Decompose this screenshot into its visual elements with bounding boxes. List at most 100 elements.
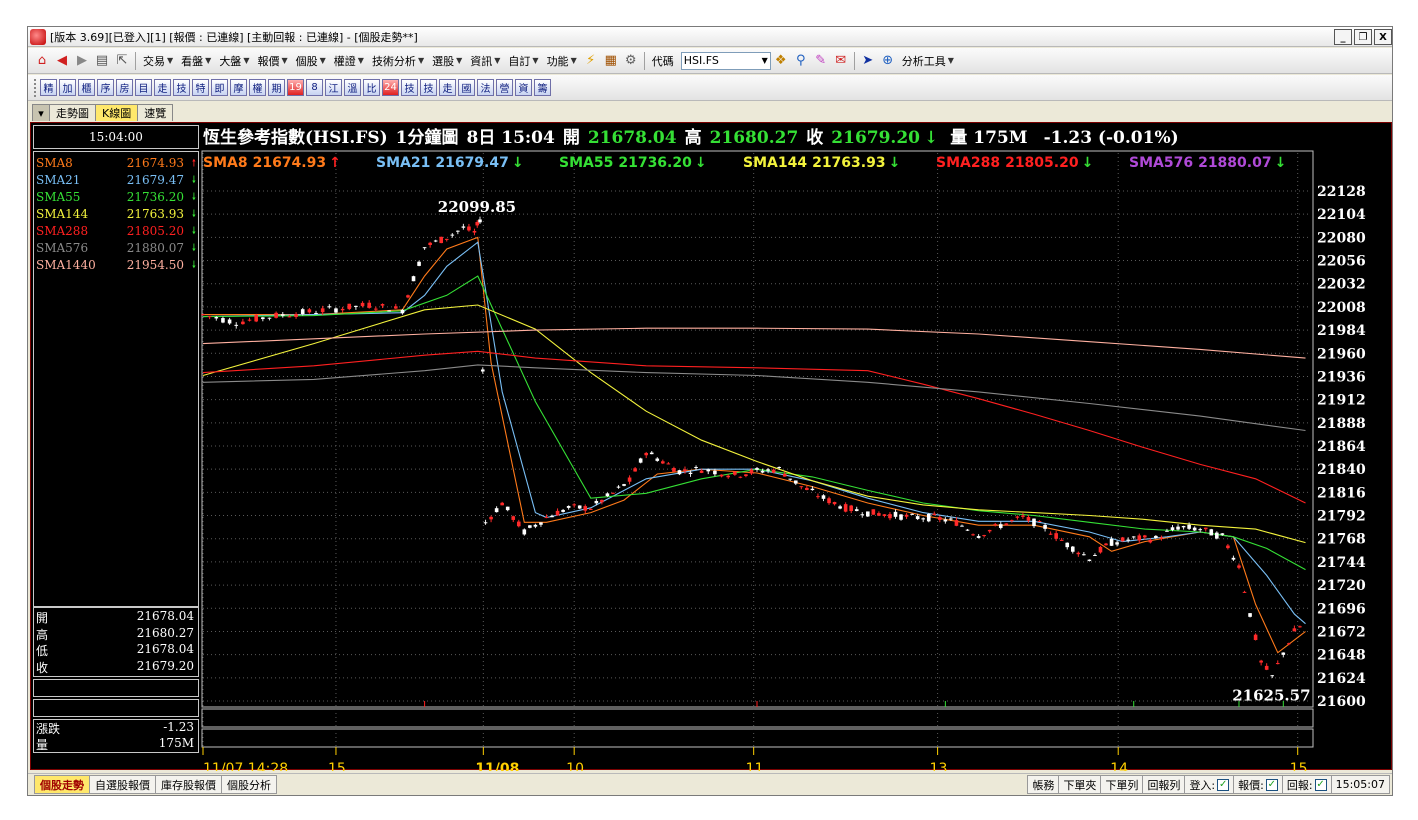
tab-kline[interactable]: K線圖 bbox=[95, 104, 139, 121]
candle-body bbox=[1154, 535, 1158, 539]
candle-body bbox=[926, 514, 931, 522]
tab-collapse-button[interactable]: ▾ bbox=[32, 104, 50, 121]
order-bar-button[interactable]: 下單列 bbox=[1100, 775, 1144, 794]
menu-info[interactable]: 資訊 ▼ bbox=[466, 51, 504, 71]
tab-stock-analysis[interactable]: 個股分析 bbox=[221, 775, 277, 794]
candle-body bbox=[505, 506, 510, 511]
tab-watchlist-quote[interactable]: 自選股報價 bbox=[89, 775, 156, 794]
settings-icon[interactable]: ⚙ bbox=[622, 52, 640, 70]
y-tick-label: 22032 bbox=[1317, 277, 1366, 293]
quick-button-7[interactable]: 技 bbox=[173, 79, 190, 96]
analyze-icon[interactable]: ❖ bbox=[772, 52, 790, 70]
sma-line-sma55 bbox=[202, 275, 1306, 571]
menu-warrant[interactable]: 權證 ▼ bbox=[330, 51, 368, 71]
quick-button-6[interactable]: 走 bbox=[154, 79, 171, 96]
candle-body bbox=[1170, 527, 1175, 530]
menu-technical[interactable]: 技術分析 ▼ bbox=[368, 51, 428, 71]
candle-body bbox=[649, 452, 654, 455]
quick-button-12[interactable]: 期 bbox=[268, 79, 285, 96]
report-bar-button[interactable]: 回報列 bbox=[1142, 775, 1186, 794]
minimize-button[interactable]: _ bbox=[1334, 29, 1352, 45]
menu-analysis-tools[interactable]: 分析工具 ▼ bbox=[898, 51, 958, 71]
quick-button-13[interactable]: 19 bbox=[287, 79, 304, 96]
candle-body bbox=[744, 474, 748, 477]
quick-button-8[interactable]: 特 bbox=[192, 79, 209, 96]
tab-stock-trend[interactable]: 個股走勢 bbox=[34, 775, 90, 794]
quick-button-25[interactable]: 資 bbox=[515, 79, 532, 96]
alert-icon[interactable]: ✉ bbox=[832, 52, 850, 70]
candle-body bbox=[793, 480, 798, 484]
quick-button-14[interactable]: 8 bbox=[306, 79, 323, 96]
quick-button-16[interactable]: 溫 bbox=[344, 79, 361, 96]
code-label: 代碼 bbox=[651, 54, 674, 68]
candle-body bbox=[393, 306, 398, 309]
tab-trend[interactable]: 走勢圖 bbox=[49, 104, 96, 121]
quick-button-1[interactable]: 加 bbox=[59, 79, 76, 96]
candle-body bbox=[422, 247, 427, 249]
y-tick-label: 21768 bbox=[1317, 532, 1366, 548]
menu-market[interactable]: 大盤 ▼ bbox=[215, 51, 253, 71]
code-select[interactable]: HSI.FS ▼ bbox=[680, 51, 771, 70]
title-bar[interactable]: [版本 3.69][已登入][1] [報價 : 已連線] [主動回報 : 已連線… bbox=[28, 27, 1392, 47]
back-arrow-icon[interactable]: ◀ bbox=[53, 52, 71, 70]
quick-button-15[interactable]: 江 bbox=[325, 79, 342, 96]
quick-button-11[interactable]: 權 bbox=[249, 79, 266, 96]
accounts-button[interactable]: 帳務 bbox=[1027, 775, 1060, 794]
quick-toolbar: 精加櫃序房目走技特即摩權期 19 8 江溫比 24 技技走國法營資籌 bbox=[28, 75, 1392, 101]
tools-icon[interactable]: ✎ bbox=[812, 52, 830, 70]
login-status: 登入: ✓ bbox=[1184, 775, 1235, 794]
candle-body bbox=[699, 470, 704, 473]
menu-quote[interactable]: 報價 ▼ bbox=[253, 51, 291, 71]
menu-screener[interactable]: 選股 ▼ bbox=[428, 51, 466, 71]
quick-button-10[interactable]: 摩 bbox=[230, 79, 247, 96]
quick-button-24[interactable]: 營 bbox=[496, 79, 513, 96]
order-folder-button[interactable]: 下單夾 bbox=[1058, 775, 1102, 794]
menu-watch[interactable]: 看盤 ▼ bbox=[177, 51, 215, 71]
menu-trade[interactable]: 交易 ▼ bbox=[139, 51, 177, 71]
home-icon[interactable]: ⌂ bbox=[33, 52, 51, 70]
candle-body bbox=[280, 314, 285, 316]
chevron-down-icon: ▼ bbox=[319, 56, 326, 65]
cursor-icon[interactable]: ➤ bbox=[859, 52, 877, 70]
forward-arrow-icon[interactable]: ▶ bbox=[73, 52, 91, 70]
quick-button-9[interactable]: 即 bbox=[211, 79, 228, 96]
quick-button-3[interactable]: 序 bbox=[97, 79, 114, 96]
app-window: [版本 3.69][已登入][1] [報價 : 已連線] [主動回報 : 已連線… bbox=[27, 26, 1393, 796]
restore-button[interactable]: ❐ bbox=[1354, 29, 1372, 45]
tab-holdings-quote[interactable]: 庫存股報價 bbox=[155, 775, 222, 794]
quick-button-2[interactable]: 櫃 bbox=[78, 79, 95, 96]
candle-body bbox=[694, 466, 698, 468]
print-icon[interactable]: ▤ bbox=[93, 52, 111, 70]
quick-button-5[interactable]: 目 bbox=[135, 79, 152, 96]
quick-button-20[interactable]: 技 bbox=[420, 79, 437, 96]
quick-button-18[interactable]: 24 bbox=[382, 79, 399, 96]
quick-button-21[interactable]: 走 bbox=[439, 79, 456, 96]
menu-custom[interactable]: 自訂 ▼ bbox=[504, 51, 542, 71]
export-icon[interactable]: ⇱ bbox=[113, 52, 131, 70]
form-icon[interactable]: ▦ bbox=[602, 52, 620, 70]
candle-body bbox=[227, 319, 232, 324]
chevron-down-icon: ▼ bbox=[243, 56, 250, 65]
lightning-icon[interactable]: ⚡ bbox=[582, 52, 600, 70]
search-icon[interactable]: ⚲ bbox=[792, 52, 810, 70]
quick-button-4[interactable]: 房 bbox=[116, 79, 133, 96]
quick-button-23[interactable]: 法 bbox=[477, 79, 494, 96]
close-button[interactable]: X bbox=[1374, 29, 1392, 45]
quick-button-19[interactable]: 技 bbox=[401, 79, 418, 96]
quick-button-26[interactable]: 籌 bbox=[534, 79, 551, 96]
candlestick-chart[interactable]: 21600 21624 21648 21672 21696 21720 21744 21768… bbox=[31, 123, 1393, 771]
chevron-down-icon: ▼ bbox=[357, 56, 364, 65]
candle-body bbox=[539, 522, 543, 525]
quick-button-17[interactable]: 比 bbox=[363, 79, 380, 96]
toolbar-grip[interactable] bbox=[34, 78, 38, 97]
candle-body bbox=[760, 470, 765, 473]
y-tick-label: 22008 bbox=[1317, 300, 1366, 316]
y-tick-label: 21816 bbox=[1317, 485, 1366, 501]
tab-overview[interactable]: 速覽 bbox=[137, 104, 174, 121]
quick-button-22[interactable]: 國 bbox=[458, 79, 475, 96]
menu-stock[interactable]: 個股 ▼ bbox=[292, 51, 330, 71]
quick-button-0[interactable]: 精 bbox=[40, 79, 57, 96]
menu-function[interactable]: 功能 ▼ bbox=[543, 51, 581, 71]
candle-body bbox=[214, 317, 219, 319]
zoom-icon[interactable]: ⊕ bbox=[879, 52, 897, 70]
